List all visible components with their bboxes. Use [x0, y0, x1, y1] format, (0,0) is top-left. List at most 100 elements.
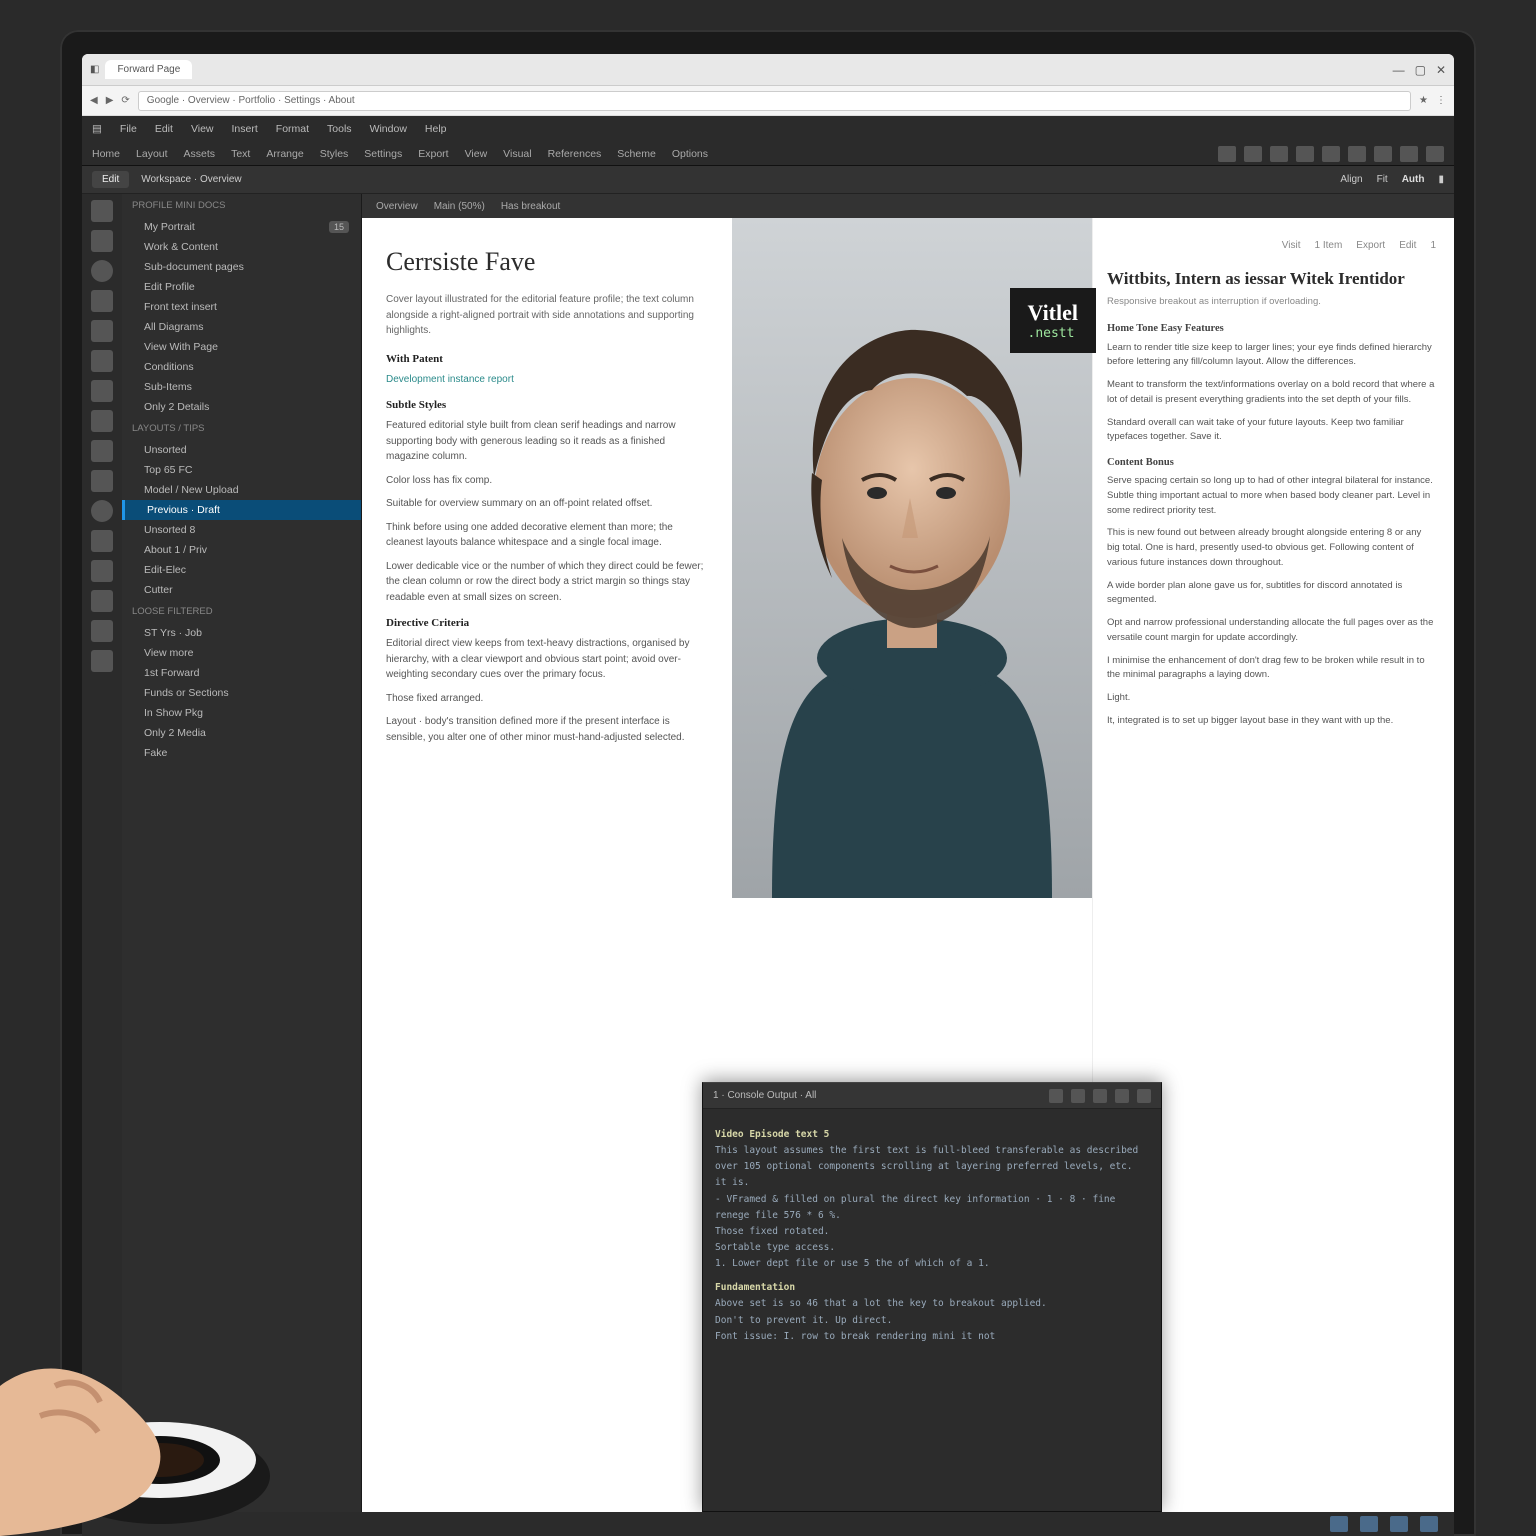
tool-icon[interactable] [1348, 146, 1366, 162]
sidebar-item[interactable]: Top 65 FC [122, 460, 361, 480]
console-tab[interactable]: 1 · Console Output · All [713, 1090, 816, 1101]
sidebar-item[interactable]: Cutter [122, 580, 361, 600]
ribbon-home[interactable]: Home [92, 148, 120, 160]
toolbar-fit[interactable]: Fit [1377, 174, 1388, 185]
console-panel[interactable]: 1 · Console Output · All Video Episode t… [702, 1082, 1162, 1512]
tool-icon[interactable] [1322, 146, 1340, 162]
bookmark-icon[interactable]: ★ [1419, 95, 1428, 106]
menu-view[interactable]: View [191, 123, 214, 135]
grid-icon[interactable] [91, 470, 113, 492]
menu-help[interactable]: Help [425, 123, 447, 135]
ribbon-assets[interactable]: Assets [184, 148, 216, 160]
sidebar-item[interactable]: Funds or Sections [122, 683, 361, 703]
comment-icon[interactable] [91, 410, 113, 432]
ribbon-layout[interactable]: Layout [136, 148, 168, 160]
sidebar-item[interactable]: Previous · Draft [122, 500, 361, 520]
status-icon[interactable] [1420, 1516, 1438, 1532]
link-export[interactable]: Export [1356, 238, 1385, 254]
ribbon-visual[interactable]: Visual [503, 148, 531, 160]
globe-icon[interactable] [91, 260, 113, 282]
sidebar-item[interactable]: Fake [122, 743, 361, 763]
tool-icon[interactable] [1244, 146, 1262, 162]
sidebar-item[interactable]: Edit-Elec [122, 560, 361, 580]
window-max-icon[interactable]: ▢ [1415, 63, 1426, 77]
sidebar-item[interactable]: Work & Content [122, 237, 361, 257]
mode-pill[interactable]: Edit [92, 171, 129, 188]
link-visit[interactable]: Visit [1282, 238, 1301, 254]
sidebar-item[interactable]: All Diagrams [122, 317, 361, 337]
menu-icon[interactable]: ⋮ [1436, 95, 1446, 106]
sidebar-item[interactable]: Unsorted [122, 440, 361, 460]
tool-icon[interactable] [1270, 146, 1288, 162]
status-icon[interactable] [1330, 1516, 1348, 1532]
files-icon[interactable] [91, 200, 113, 222]
ribbon-options[interactable]: Options [672, 148, 708, 160]
sidebar-tree[interactable]: Profile Mini DocsMy Portrait15Work & Con… [122, 194, 362, 1512]
console-clear-icon[interactable] [1093, 1089, 1107, 1103]
tool-icon[interactable] [1296, 146, 1314, 162]
sidebar-item[interactable]: Sub-Items [122, 377, 361, 397]
menu-format[interactable]: Format [276, 123, 309, 135]
console-close-icon[interactable] [1137, 1089, 1151, 1103]
edit-icon[interactable] [91, 350, 113, 372]
doc-tab[interactable]: Overview [376, 201, 418, 212]
window-close-icon[interactable]: ✕ [1436, 63, 1446, 77]
status-icon[interactable] [1360, 1516, 1378, 1532]
console-prev-icon[interactable] [1049, 1089, 1063, 1103]
link-edit[interactable]: Edit [1399, 238, 1416, 254]
tool-icon[interactable] [1374, 146, 1392, 162]
menu-edit[interactable]: Edit [155, 123, 173, 135]
image-icon[interactable] [91, 320, 113, 342]
sidebar-item[interactable]: Only 2 Details [122, 397, 361, 417]
status-icon[interactable] [1390, 1516, 1408, 1532]
menu-tools[interactable]: Tools [327, 123, 352, 135]
chart-icon[interactable] [91, 440, 113, 462]
sidebar-item[interactable]: Unsorted 8 [122, 520, 361, 540]
database-icon[interactable] [91, 620, 113, 642]
calendar-icon[interactable] [91, 650, 113, 672]
ribbon-scheme[interactable]: Scheme [617, 148, 656, 160]
ribbon-export[interactable]: Export [418, 148, 448, 160]
ribbon-styles[interactable]: Styles [320, 148, 349, 160]
url-field[interactable]: Google · Overview · Portfolio · Settings… [138, 91, 1411, 111]
ribbon-settings[interactable]: Settings [364, 148, 402, 160]
ribbon-text[interactable]: Text [231, 148, 250, 160]
ribbon-references[interactable]: References [548, 148, 602, 160]
browser-tab[interactable]: Forward Page [105, 60, 192, 79]
menu-insert[interactable]: Insert [232, 123, 258, 135]
ribbon-view[interactable]: View [465, 148, 488, 160]
reload-icon[interactable]: ⟳ [121, 95, 129, 106]
sidebar-item[interactable]: Sub-document pages [122, 257, 361, 277]
sidebar-item[interactable]: Front text insert [122, 297, 361, 317]
clock-icon[interactable] [91, 500, 113, 522]
menu-file[interactable]: File [120, 123, 137, 135]
sidebar-item[interactable]: My Portrait15 [122, 217, 361, 237]
console-expand-icon[interactable] [1115, 1089, 1129, 1103]
play-icon[interactable] [91, 560, 113, 582]
toolbar-align[interactable]: Align [1340, 174, 1362, 185]
sidebar-item[interactable]: 1st Forward [122, 663, 361, 683]
forward-icon[interactable]: ▶ [106, 95, 114, 106]
sidebar-item[interactable]: Conditions [122, 357, 361, 377]
ribbon-arrange[interactable]: Arrange [266, 148, 303, 160]
settings-icon[interactable] [91, 590, 113, 612]
sidebar-item[interactable]: Only 2 Media [122, 723, 361, 743]
window-min-icon[interactable]: — [1393, 63, 1405, 77]
sidebar-item[interactable]: ST Yrs · Job [122, 623, 361, 643]
auth-label[interactable]: Auth [1402, 174, 1425, 185]
link-item[interactable]: 1 Item [1315, 238, 1343, 254]
tool-icon[interactable] [1426, 146, 1444, 162]
sidebar-item[interactable]: Edit Profile [122, 277, 361, 297]
sidebar-item[interactable]: View With Page [122, 337, 361, 357]
search-icon[interactable] [91, 230, 113, 252]
shapes-icon[interactable] [91, 380, 113, 402]
sidebar-item[interactable]: About 1 / Priv [122, 540, 361, 560]
sidebar-item[interactable]: View more [122, 643, 361, 663]
sidebar-item[interactable]: In Show Pkg [122, 703, 361, 723]
tool-icon[interactable] [1400, 146, 1418, 162]
layers-icon[interactable] [91, 290, 113, 312]
doc-tab[interactable]: Has breakout [501, 201, 560, 212]
sidebar-item[interactable]: Model / New Upload [122, 480, 361, 500]
console-next-icon[interactable] [1071, 1089, 1085, 1103]
menu-window[interactable]: Window [370, 123, 407, 135]
